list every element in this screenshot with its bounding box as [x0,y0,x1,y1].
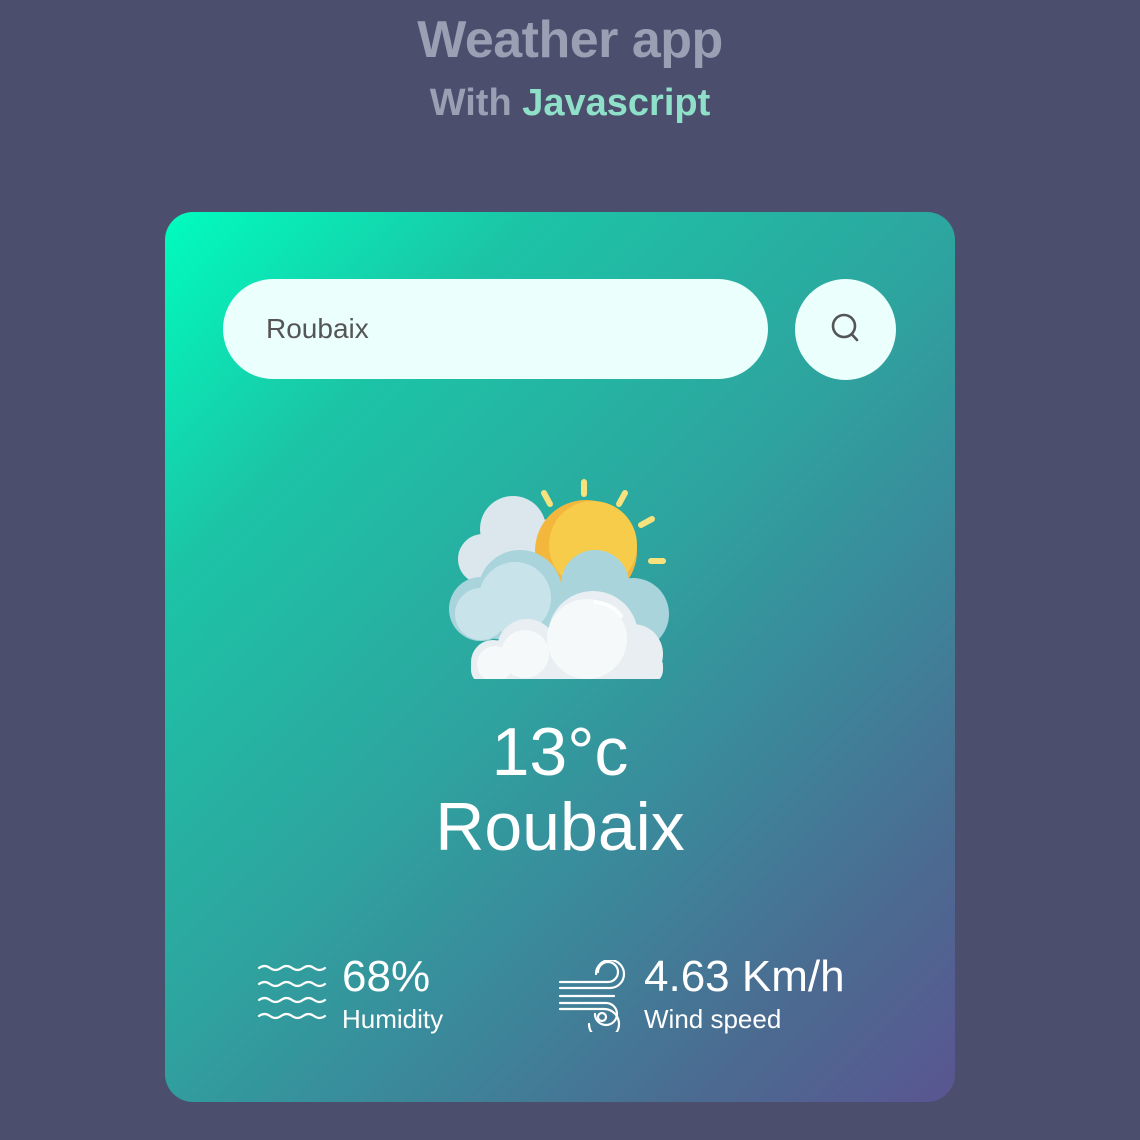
wind-icon [558,960,626,1032]
wind-value: 4.63 Km/h [644,952,845,1001]
humidity-value: 68% [342,952,431,1001]
page: Weather app With Javascript Roubaix 13°c… [0,0,1140,1140]
wind-block: 4.63 Km/h Wind speed [558,952,878,1042]
city-search-input[interactable] [223,279,768,379]
temperature: 13°c [491,714,629,790]
subtitle-prefix: With [429,82,512,124]
subtitle-accent: Javascript [522,82,711,124]
humidity-block: 68% Humidity [257,952,517,1042]
partly-cloudy-sun-icon [449,479,669,679]
humidity-label: Humidity [342,1004,444,1034]
search-icon [831,313,859,342]
page-subtitle: With Javascript [0,82,1140,125]
humidity-waves-icon [257,964,327,1020]
search-button[interactable] [795,279,896,380]
wind-label: Wind speed [644,1004,782,1034]
page-title: Weather app [417,11,723,69]
city-name: Roubaix [435,789,685,865]
weather-card: 13°c Roubaix 68% Humidity [165,212,955,1102]
